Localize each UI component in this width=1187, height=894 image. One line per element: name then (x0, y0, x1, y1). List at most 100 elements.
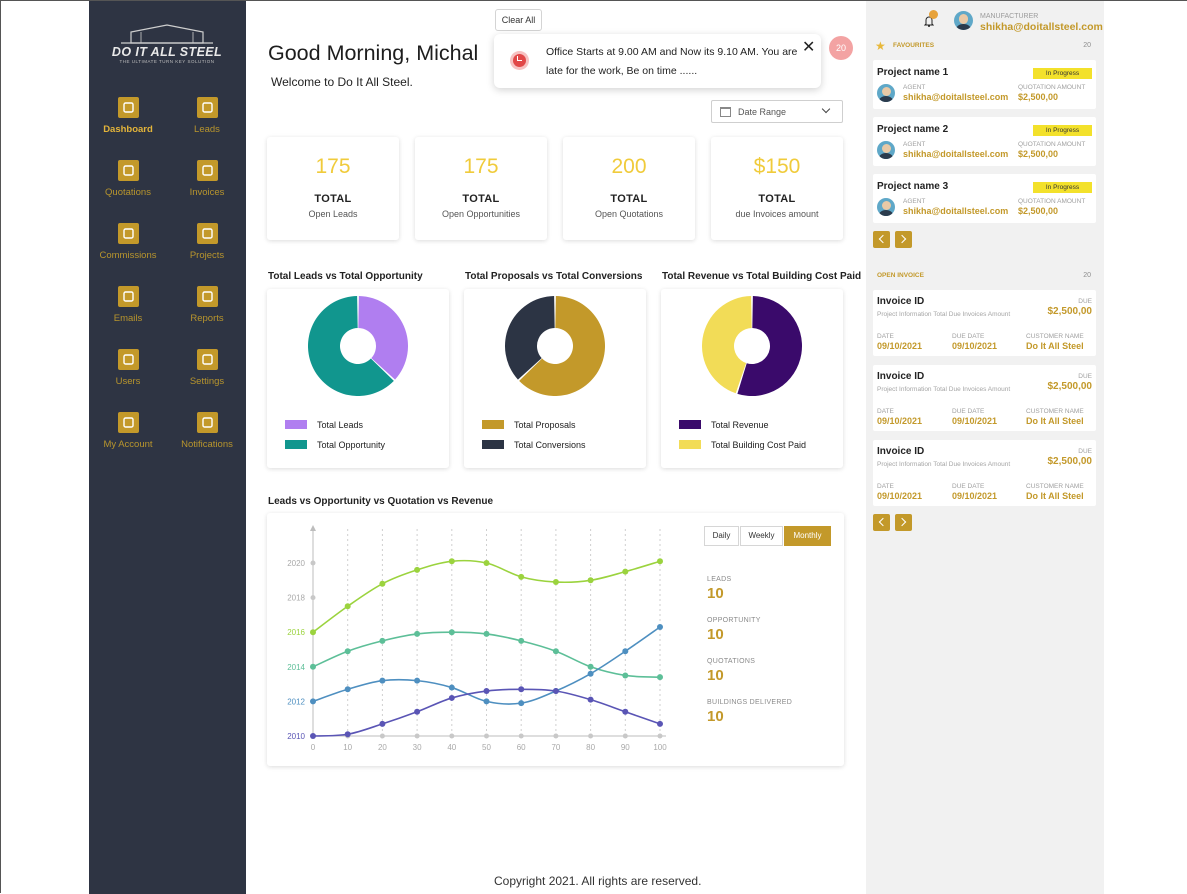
date-range-select[interactable]: Date Range (711, 100, 843, 123)
sidebar-item-quotations[interactable]: Quotations (89, 160, 167, 198)
due-date: 09/10/2021 (952, 416, 998, 426)
period-daily-button[interactable]: Daily (704, 526, 739, 546)
sidebar-item-projects[interactable]: Projects (168, 223, 246, 261)
legend-swatch (482, 440, 504, 449)
invoices-next-button[interactable] (895, 514, 912, 531)
due-label: DUE (1078, 448, 1092, 455)
stat-label: Open Opportunities (441, 209, 521, 219)
user-email[interactable]: shikha@doitallsteel.com (980, 21, 1103, 33)
sidebar-item-label: Quotations (105, 187, 151, 198)
legend-item: Total Leads (285, 420, 363, 430)
sidebar-item-emails[interactable]: Emails (89, 286, 167, 324)
series-point (518, 700, 525, 707)
x-tick-label: 90 (621, 743, 630, 752)
invoice-card[interactable]: Invoice ID Project Information Total Due … (873, 290, 1096, 356)
due-amount: $2,500,00 (1047, 456, 1093, 467)
legend-swatch (482, 420, 504, 429)
metric-label: OPPORTUNITY (707, 617, 761, 624)
grid-icon (117, 97, 139, 118)
sidebar-item-leads[interactable]: Leads (168, 97, 246, 135)
sidebar-item-settings[interactable]: Settings (168, 349, 246, 387)
legend-label: Total Conversions (514, 440, 586, 450)
y-tick-label: 2016 (287, 628, 305, 637)
series-point (657, 674, 663, 681)
period-weekly-button[interactable]: Weekly (740, 526, 783, 546)
series-point (379, 637, 386, 644)
metric-label: LEADS (707, 576, 732, 583)
agent-avatar (877, 84, 895, 102)
due-label: DUE (1078, 298, 1092, 305)
legend-label: Total Leads (317, 420, 364, 430)
sidebar-item-dashboard[interactable]: Dashboard (89, 97, 167, 135)
invoices-prev-button[interactable] (873, 514, 890, 531)
x-tick-dot (414, 733, 420, 739)
x-tick-dot (449, 733, 455, 739)
calendar-icon (720, 107, 731, 117)
series-point (344, 648, 351, 655)
period-monthly-button[interactable]: Monthly (784, 526, 831, 546)
sidebar-item-commissions[interactable]: Commissions (89, 223, 167, 261)
series-line (312, 559, 661, 633)
legend-swatch (679, 440, 701, 449)
welcome-text: Welcome to Do It All Steel. (271, 75, 413, 89)
project-card[interactable]: Project name 2 In Progress AGENT shikha@doi… (873, 117, 1096, 166)
sidebar-item-users[interactable]: Users (89, 349, 167, 387)
series-point (414, 708, 421, 715)
notification-toast: Office Starts at 9.00 AM and Now its 9.1… (494, 34, 821, 88)
email-icon (117, 286, 139, 307)
series-point (344, 686, 351, 693)
series-point (448, 558, 455, 565)
sidebar-item-label: Commissions (99, 250, 157, 261)
logo-tagline: THE ULTIMATE TURN KEY SOLUTION (119, 59, 215, 64)
quotation-amount-label: QUOTATION AMOUNT (1018, 141, 1086, 148)
x-tick-dot (553, 733, 559, 739)
sidebar-item-label: Settings (189, 376, 225, 387)
invoice-card[interactable]: Invoice ID Project Information Total Due … (873, 440, 1096, 506)
series-point (657, 558, 663, 565)
invoice-card[interactable]: Invoice ID Project Information Total Due … (873, 365, 1096, 431)
donut-card: Total Proposals Total Conversions (464, 289, 646, 468)
quotation-amount: $2,500,00 (1018, 149, 1059, 159)
invoice-description: Project Information Total Due Invoices A… (877, 386, 1011, 393)
user-icon (117, 349, 139, 370)
quotation-amount-label: QUOTATION AMOUNT (1018, 84, 1086, 91)
close-icon[interactable]: ✕ (802, 37, 815, 57)
star-icon: ★ (875, 39, 886, 53)
handshake-icon (196, 97, 218, 118)
legend-item: Total Opportunity (285, 440, 385, 450)
sidebar-item-reports[interactable]: Reports (168, 286, 246, 324)
due-amount: $2,500,00 (1047, 306, 1093, 317)
project-card[interactable]: Project name 3 In Progress AGENT shikha@doi… (873, 174, 1096, 223)
document-icon (117, 160, 139, 181)
avatar[interactable] (954, 11, 973, 30)
customer-name: Do It All Steel (1026, 341, 1084, 351)
sidebar-item-my-account[interactable]: My Account (89, 412, 167, 450)
customer-name-label: CUSTOMER NAME (1026, 408, 1084, 415)
sidebar-item-invoices[interactable]: Invoices (168, 160, 246, 198)
series-line (312, 688, 661, 737)
invoice-id: Invoice ID (877, 371, 925, 382)
series-point (448, 694, 455, 701)
series-point (587, 696, 594, 703)
favourites-prev-button[interactable] (873, 231, 890, 248)
date-range-label: Date Range (738, 107, 787, 117)
series-point (587, 577, 594, 584)
legend-swatch (285, 420, 307, 429)
clear-all-button[interactable]: Clear All (495, 9, 542, 31)
sidebar-item-label: Users (115, 376, 141, 387)
sidebar-item-notifications[interactable]: Notifications (168, 412, 246, 450)
series-point (552, 648, 559, 655)
project-card[interactable]: Project name 1 In Progress AGENT shikha@doi… (873, 60, 1096, 109)
y-tick-label: 2012 (287, 697, 305, 706)
series-point (379, 580, 386, 587)
stat-total-label: TOTAL (758, 193, 796, 205)
sidebar-item-label: Reports (190, 313, 224, 324)
notification-count-badge[interactable]: 20 (829, 36, 853, 60)
favourites-next-button[interactable] (895, 231, 912, 248)
series-point (414, 630, 421, 637)
date-label: DATE (877, 408, 894, 415)
y-tick-label: 2010 (287, 732, 305, 741)
quotation-amount: $2,500,00 (1018, 92, 1059, 102)
x-tick-dot (657, 733, 663, 739)
x-tick-label: 30 (413, 743, 422, 752)
